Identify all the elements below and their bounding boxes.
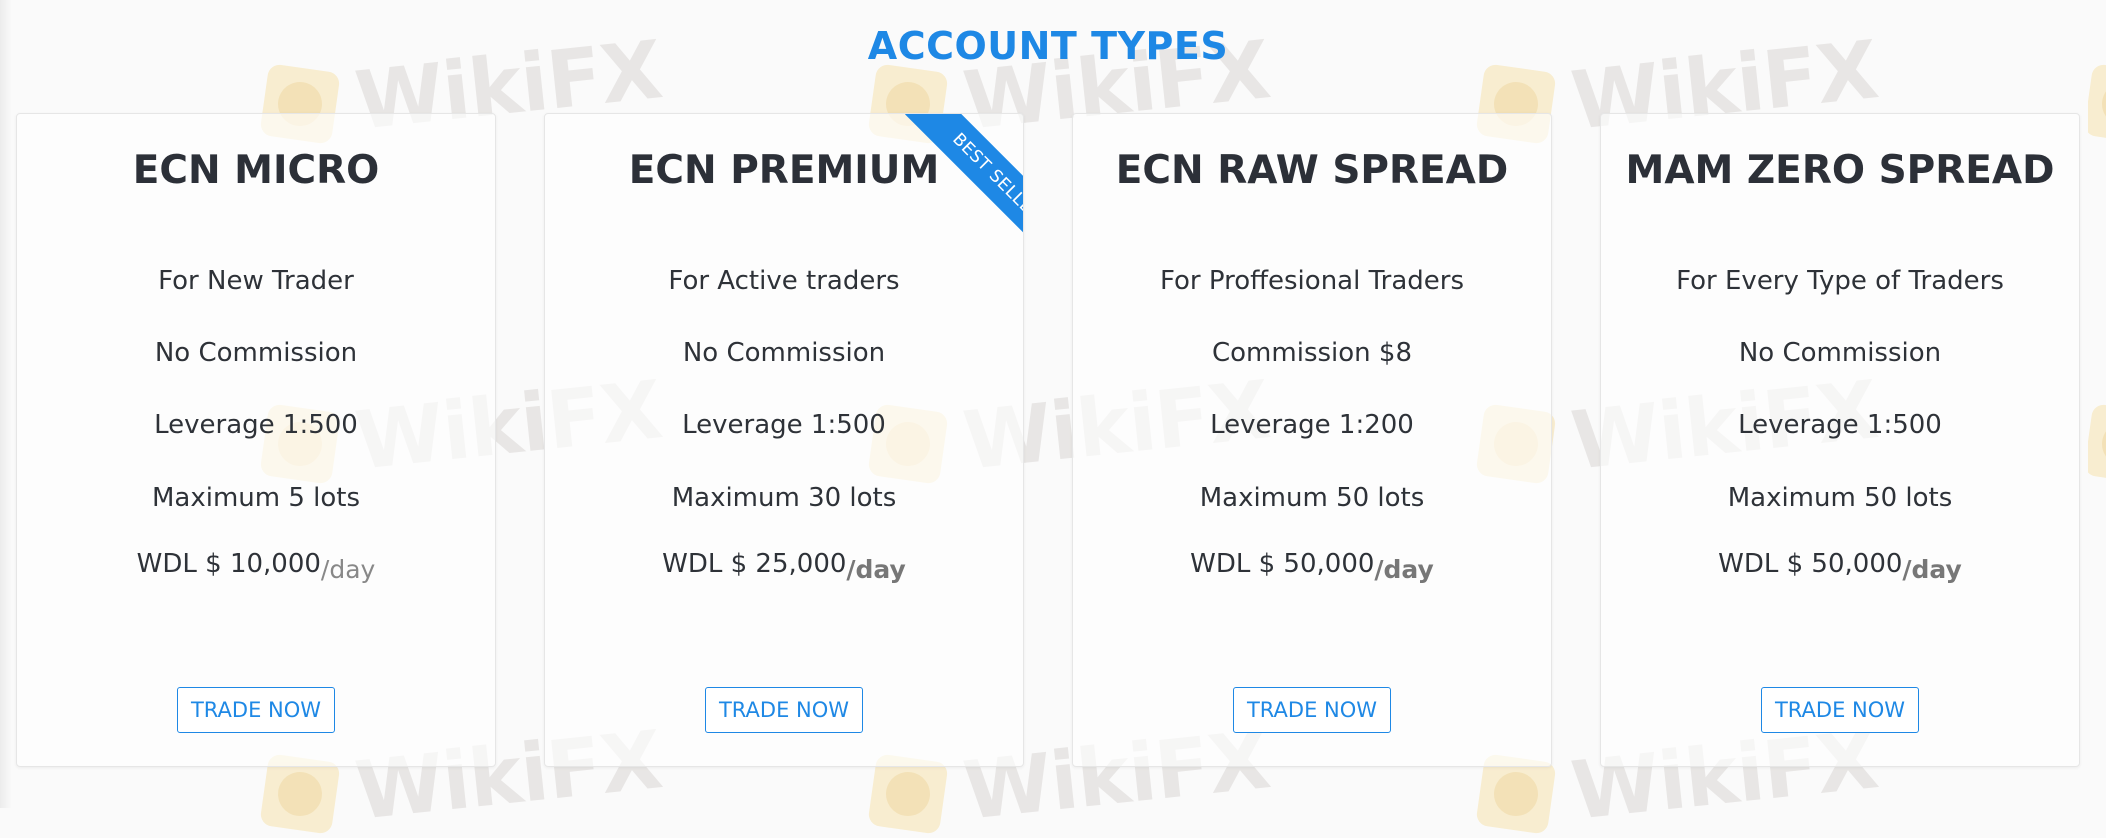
plan-name: ECN PREMIUM xyxy=(628,148,940,193)
withdrawal-amount: WDL $ 10,000 xyxy=(136,549,321,579)
plan-card-mam-zero-spread: MAM ZERO SPREAD For Every Type of Trader… xyxy=(1600,113,2080,767)
plan-withdrawal: WDL $ 10,000/day xyxy=(17,544,495,590)
withdrawal-period: /day xyxy=(846,555,906,584)
plan-max-lots: Maximum 50 lots xyxy=(1727,483,1953,513)
withdrawal-period: /day xyxy=(1902,555,1962,584)
plan-leverage: Leverage 1:500 xyxy=(682,410,886,440)
watermark xyxy=(2088,402,2106,482)
plan-name: ECN MICRO xyxy=(132,148,380,193)
trade-now-button[interactable]: TRADE NOW xyxy=(1761,687,1919,733)
plan-leverage: Leverage 1:500 xyxy=(1738,410,1942,440)
plan-commission: Commission $8 xyxy=(1212,338,1412,368)
page-title: ACCOUNT TYPES xyxy=(867,24,1229,68)
plan-audience: For Active traders xyxy=(668,266,900,296)
plan-audience: For New Trader xyxy=(158,266,354,296)
plan-withdrawal: WDL $ 25,000/day xyxy=(545,544,1023,590)
plan-name: MAM ZERO SPREAD xyxy=(1625,148,2055,193)
plan-card-ecn-premium: BEST SELLER ECN PREMIUM For Active trade… xyxy=(544,113,1024,767)
trade-now-button[interactable]: TRADE NOW xyxy=(1233,687,1391,733)
plan-commission: No Commission xyxy=(1738,338,1942,368)
watermark xyxy=(2088,62,2106,142)
plan-withdrawal: WDL $ 50,000/day xyxy=(1601,544,2079,590)
page-edge-shade xyxy=(0,0,12,808)
plan-leverage: Leverage 1:500 xyxy=(154,410,358,440)
withdrawal-amount: WDL $ 50,000 xyxy=(1718,549,1903,579)
withdrawal-amount: WDL $ 50,000 xyxy=(1190,549,1375,579)
wikifx-logo-icon xyxy=(2088,403,2106,482)
plan-card-ecn-raw-spread: ECN RAW SPREAD For Proffesional Traders … xyxy=(1072,113,1552,767)
plan-audience: For Proffesional Traders xyxy=(1159,266,1465,296)
plan-max-lots: Maximum 30 lots xyxy=(671,483,897,513)
withdrawal-period: /day xyxy=(1374,555,1434,584)
plan-name: ECN RAW SPREAD xyxy=(1115,148,1509,193)
wikifx-logo-icon xyxy=(2088,63,2106,142)
plan-max-lots: Maximum 50 lots xyxy=(1199,483,1425,513)
plan-leverage: Leverage 1:200 xyxy=(1210,410,1414,440)
plan-commission: No Commission xyxy=(682,338,886,368)
trade-now-button[interactable]: TRADE NOW xyxy=(705,687,863,733)
plan-audience: For Every Type of Traders xyxy=(1676,266,2004,296)
plan-commission: No Commission xyxy=(154,338,358,368)
trade-now-button[interactable]: TRADE NOW xyxy=(177,687,335,733)
plan-withdrawal: WDL $ 50,000/day xyxy=(1073,544,1551,590)
plan-max-lots: Maximum 5 lots xyxy=(151,483,361,513)
withdrawal-amount: WDL $ 25,000 xyxy=(662,549,847,579)
plan-card-ecn-micro: ECN MICRO For New Trader No Commission L… xyxy=(16,113,496,767)
withdrawal-period: /day xyxy=(320,555,376,584)
